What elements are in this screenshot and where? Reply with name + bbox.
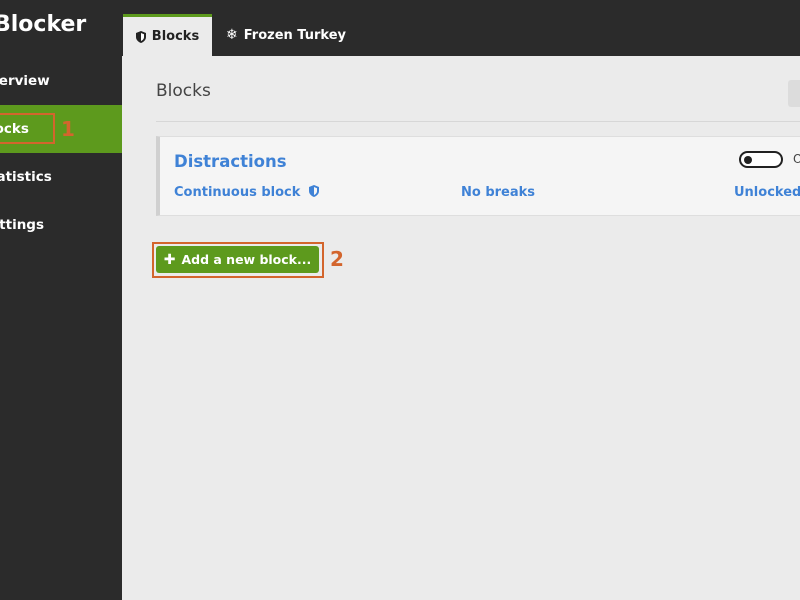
block-toggle[interactable] [739,151,783,168]
toggle-label: O [793,152,800,166]
tab-frozen-turkey[interactable]: ❄ Frozen Turkey [226,14,346,56]
page-title: Blocks [156,81,211,101]
top-bar: Blocks ❄ Frozen Turkey [122,0,800,56]
sidebar-item-label: verview [0,73,50,89]
block-card[interactable] [156,136,800,216]
block-breaks[interactable]: No breaks [461,185,535,200]
sidebar-item-label: ettings [0,217,44,233]
annotation-box-1 [0,113,55,144]
block-name[interactable]: Distractions [174,152,287,171]
block-type[interactable]: Continuous block [174,185,319,201]
sidebar-item-overview[interactable]: verview [0,57,122,105]
header-action-button[interactable] [788,80,800,107]
tab-label: Blocks [151,29,200,44]
app-title: Blocker [0,12,87,37]
shield-icon [308,185,319,201]
annotation-box-2 [152,242,324,278]
tab-blocks[interactable]: Blocks [123,14,212,56]
tab-label: Frozen Turkey [243,27,346,43]
annotation-number-1: 1 [61,117,75,141]
sidebar-item-label: tatistics [0,169,52,185]
sidebar-item-statistics[interactable]: tatistics [0,153,122,201]
sidebar: Blocker verview locks tatistics ettings [0,0,122,600]
sidebar-item-settings[interactable]: ettings [0,201,122,249]
shield-icon [135,30,146,43]
divider [156,121,800,122]
annotation-number-2: 2 [330,247,344,271]
toggle-knob [744,156,752,164]
block-type-label: Continuous block [174,185,301,200]
snowflake-icon: ❄ [226,27,238,43]
block-lock-status[interactable]: Unlocked [734,185,800,200]
